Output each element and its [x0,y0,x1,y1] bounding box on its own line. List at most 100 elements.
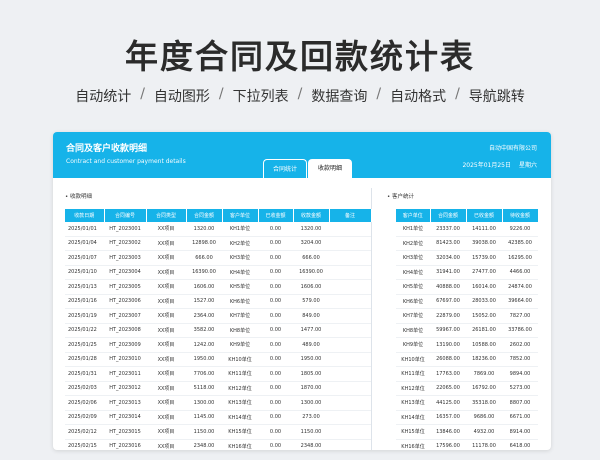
table-row[interactable]: 2025/02/06 HT_2023013 XX项目 1300.00 KH13单位 0.0… [65,395,371,411]
table-cell: 32034.00 [430,250,466,266]
column-header[interactable]: 合同金额 [430,209,467,222]
table-cell: 14111.00 [466,222,502,237]
table-cell: XX项目 [146,337,186,353]
table-row[interactable]: KH13单位 44125.00 35318.00 8807.00 [396,395,538,411]
table-cell: 0.00 [258,236,293,251]
receipts-table: 收款日期 合同编号 合同类型 合同金额 客户单位 已收金额 收款金额 备注 2025/01/0… [65,209,372,450]
column-header[interactable]: 客户单位 [222,209,259,222]
table-row[interactable]: KH7单位 22879.00 15052.00 7827.00 [396,308,538,324]
table-cell: KH15单位 [222,424,258,440]
table-cell: 1300.00 [293,395,329,411]
table-row[interactable]: 2025/01/25 HT_2023009 XX项目 1242.00 KH9单位 0.00… [65,337,371,353]
table-cell [329,439,371,450]
table-cell: 0.00 [258,366,293,382]
table-row[interactable]: KH14单位 16357.00 9686.00 6671.00 [396,410,538,425]
table-cell: 2348.00 [186,439,222,450]
table-row[interactable]: KH5单位 40888.00 16014.00 24874.00 [396,279,538,295]
table-row[interactable]: KH4单位 31941.00 27477.00 4466.00 [396,265,538,280]
table-cell: 3582.00 [186,323,222,338]
table-cell: 23337.00 [430,222,466,237]
table-cell: KH13单位 [396,395,430,411]
table-cell: 1477.00 [293,323,329,338]
dashboard-subtitle: Contract and customer payment details [66,158,186,165]
table-row[interactable]: KH9单位 13190.00 10588.00 2602.00 [396,337,538,353]
table-row[interactable]: 2025/01/28 HT_2023010 XX项目 1950.00 KH10单位 0.0… [65,352,371,367]
table-cell: 15052.00 [466,308,502,324]
table-row[interactable]: KH2单位 81423.00 39038.00 42385.00 [396,236,538,251]
table-cell [329,323,371,338]
table-cell: 2025/01/04 [65,236,104,251]
table-row[interactable]: 2025/02/09 HT_2023014 XX项目 1145.00 KH14单位 0.0… [65,410,371,425]
table-cell: KH15单位 [396,424,430,440]
table-cell: 1606.00 [186,279,222,295]
table-cell: 1870.00 [293,381,329,396]
table-cell: 8914.00 [502,424,538,440]
table-cell: KH16单位 [222,439,258,450]
table-row[interactable]: KH10单位 26088.00 18236.00 7852.00 [396,352,538,367]
table-cell: 2025/01/19 [65,308,104,324]
table-cell: HT_2023011 [104,366,146,382]
table-row[interactable]: KH3单位 32034.00 15739.00 16295.00 [396,250,538,266]
table-row[interactable]: 2025/01/16 HT_2023006 XX项目 1527.00 KH6单位 0.00… [65,294,371,309]
table-cell [329,337,371,353]
table-cell: 2025/01/07 [65,250,104,266]
table-cell: 1805.00 [293,366,329,382]
table-row[interactable]: 2025/01/04 HT_2023002 XX项目 12898.00 KH2单位 0.0… [65,236,371,251]
table-row[interactable]: 2025/02/12 HT_2023015 XX项目 1150.00 KH15单位 0.0… [65,424,371,440]
table-cell [329,236,371,251]
table-row[interactable]: 2025/02/03 HT_2023012 XX项目 5118.00 KH12单位 0.0… [65,381,371,396]
current-date: 2025年01月25日 [462,162,511,169]
table-cell: 10588.00 [466,337,502,353]
table-cell: 1150.00 [293,424,329,440]
table-cell [329,410,371,425]
table-cell: KH9单位 [222,337,258,353]
column-header[interactable]: 备注 [329,209,372,222]
table-row[interactable]: KH11单位 17763.00 7869.00 9894.00 [396,366,538,382]
table-cell: 2025/02/15 [65,439,104,450]
table-cell: 0.00 [258,424,293,440]
table-cell: 6671.00 [502,410,538,425]
table-cell: KH10单位 [396,352,430,367]
table-row[interactable]: KH15单位 13846.00 4932.00 8914.00 [396,424,538,440]
table-row[interactable]: KH16单位 17596.00 11178.00 6418.00 [396,439,538,450]
table-row[interactable]: 2025/01/10 HT_2023004 XX项目 16390.00 KH4单位 0.0… [65,265,371,280]
table-cell: KH8单位 [396,323,430,338]
table-row[interactable]: KH1单位 23337.00 14111.00 9226.00 [396,222,538,237]
table-cell: 39038.00 [466,236,502,251]
table-cell: HT_2023007 [104,308,146,324]
table-cell: 7852.00 [502,352,538,367]
table-cell: 489.00 [293,337,329,353]
table-cell: 2025/02/03 [65,381,104,396]
column-header[interactable]: 收款金额 [293,209,330,222]
column-header[interactable]: 合同编号 [104,209,147,222]
table-cell: 26088.00 [430,352,466,367]
feature-item: 自动图形 [153,89,210,105]
table-cell: 2348.00 [293,439,329,450]
table-row[interactable]: KH12单位 22065.00 16792.00 5273.00 [396,381,538,396]
table-row[interactable]: 2025/01/19 HT_2023007 XX项目 2364.00 KH7单位 0.00… [65,308,371,324]
column-header[interactable]: 客户单位 [396,209,431,222]
table-row[interactable]: 2025/01/13 HT_2023005 XX项目 1606.00 KH5单位 0.00… [65,279,371,295]
column-header[interactable]: 合同金额 [186,209,223,222]
table-row[interactable]: KH8单位 59967.00 26181.00 33786.00 [396,323,538,338]
table-row[interactable]: 2025/01/31 HT_2023011 XX项目 7706.00 KH11单位 0.0… [65,366,371,382]
table-cell: 849.00 [293,308,329,324]
table-cell: KH1单位 [396,222,430,237]
table-row[interactable]: 2025/01/22 HT_2023008 XX项目 3582.00 KH8单位 0.00… [65,323,371,338]
column-header[interactable]: 已收金额 [466,209,503,222]
column-header[interactable]: 待收金额 [502,209,539,222]
table-row[interactable]: 2025/01/07 HT_2023003 XX项目 666.00 KH3单位 0.00 6… [65,250,371,266]
column-header[interactable]: 已收金额 [258,209,294,222]
tab-contract-stats[interactable]: 合同统计 [263,159,307,178]
table-row[interactable]: 2025/01/01 HT_2023001 XX项目 1320.00 KH1单位 0.00… [65,222,371,237]
table-cell: 42385.00 [502,236,538,251]
table-row[interactable]: 2025/02/15 HT_2023016 XX项目 2348.00 KH16单位 0.0… [65,439,371,450]
table-row[interactable]: KH6单位 67697.00 28033.00 39664.00 [396,294,538,309]
column-header[interactable]: 合同类型 [146,209,187,222]
table-cell [329,279,371,295]
column-header[interactable]: 收款日期 [65,209,105,222]
table-cell: 1320.00 [293,222,329,237]
tab-receipt-details[interactable]: 收款明细 [308,159,352,178]
table-cell: 0.00 [258,323,293,338]
table-cell: 2602.00 [502,337,538,353]
